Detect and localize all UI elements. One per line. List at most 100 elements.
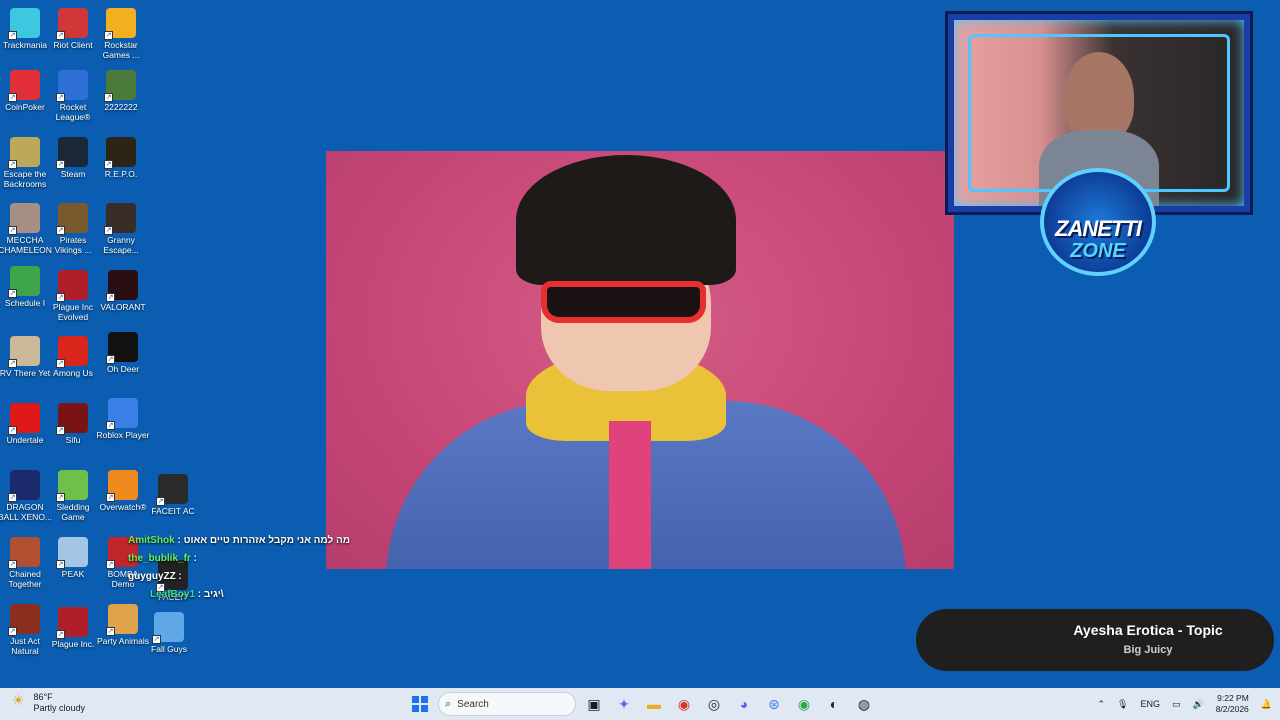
desktop-icon-label: Sledding Game bbox=[56, 502, 90, 522]
rocket-league-icon: ↗ bbox=[56, 70, 88, 102]
desktop-icon[interactable]: ↗ RV There Yet bbox=[0, 336, 52, 378]
discord-icon[interactable]: ◕ bbox=[732, 692, 756, 716]
chat-text: מה למה אני מקבל אזהרות טיים אאוט bbox=[183, 535, 351, 546]
desktop-icon-label: Among Us bbox=[53, 368, 93, 378]
desktop-icon[interactable]: ↗ Steam bbox=[46, 137, 100, 179]
desktop-icon[interactable]: ↗ Oh Deer bbox=[96, 332, 150, 374]
desktop-icon[interactable]: ↗ Rockstar Games ... bbox=[94, 8, 148, 60]
desktop-icon-label: MECCHA CHAMELEON bbox=[0, 235, 52, 255]
taskbar-search[interactable]: ⌕ Search bbox=[438, 692, 576, 716]
shortcut-arrow-icon: ↗ bbox=[8, 226, 17, 235]
desktop-icon-label: Pirates Vikings ... bbox=[54, 235, 92, 255]
desktop-icon[interactable]: ↗ Escape the Backrooms bbox=[0, 137, 52, 189]
desktop-icon-label: Roblox Player bbox=[96, 430, 150, 440]
chat-user: AmitShok bbox=[128, 535, 175, 546]
desktop-icon[interactable]: ↗ Sledding Game bbox=[46, 470, 100, 522]
rockstar-icon: ↗ bbox=[104, 8, 136, 40]
volume-icon[interactable]: 🔊 bbox=[1192, 699, 1203, 710]
desktop-icon[interactable]: ↗ Schedule I bbox=[0, 266, 52, 308]
notification-icon[interactable]: 🔔 bbox=[1261, 699, 1272, 710]
desktop-icon-label: Fall Guys bbox=[151, 644, 187, 654]
chat-user: the_bublik_fr bbox=[128, 553, 191, 564]
desktop-icon[interactable]: ↗ Rocket League® bbox=[46, 70, 100, 122]
microphone-icon[interactable]: 🎙 bbox=[1117, 699, 1128, 710]
desktop-icon[interactable]: ↗ Granny Escape... bbox=[94, 203, 148, 255]
trackmania-icon: ↗ bbox=[8, 8, 40, 40]
chrome-active-icon[interactable]: ◉ bbox=[792, 692, 816, 716]
desktop-icon-label: Steam bbox=[60, 169, 86, 179]
oh-deer-icon: ↗ bbox=[106, 332, 138, 364]
weather-widget[interactable]: ☀ 86°F Partly cloudy bbox=[12, 692, 85, 714]
granny-icon: ↗ bbox=[104, 203, 136, 235]
chrome-icon[interactable]: ◉ bbox=[672, 692, 696, 716]
desktop-icon[interactable]: ↗ Just Act Natural bbox=[0, 604, 52, 656]
desktop-icon-label: VALORANT bbox=[100, 302, 146, 312]
app2-icon[interactable]: ◍ bbox=[852, 692, 876, 716]
desktop-icon-label: Trackmania bbox=[2, 40, 48, 50]
language-indicator[interactable]: ENG bbox=[1140, 699, 1160, 709]
desktop-icon-label: Escape the Backrooms bbox=[3, 169, 47, 189]
desktop-icon[interactable]: ↗ 2222222 bbox=[94, 70, 148, 112]
chameleon-icon: ↗ bbox=[8, 203, 40, 235]
chained-icon: ↗ bbox=[8, 537, 40, 569]
shortcut-arrow-icon: ↗ bbox=[56, 160, 65, 169]
shortcut-arrow-icon: ↗ bbox=[106, 355, 115, 364]
chat-sep: : bbox=[175, 571, 182, 582]
shortcut-arrow-icon: ↗ bbox=[8, 93, 17, 102]
game-icon: ↗ bbox=[104, 70, 136, 102]
shortcut-arrow-icon: ↗ bbox=[8, 560, 17, 569]
shortcut-arrow-icon: ↗ bbox=[56, 293, 65, 302]
task-view-icon[interactable]: ▣ bbox=[582, 692, 606, 716]
search-placeholder: Search bbox=[457, 698, 489, 710]
desktop-icon[interactable]: ↗ Chained Together bbox=[0, 537, 52, 589]
windows-icon bbox=[412, 696, 428, 712]
app-icon[interactable]: ⊛ bbox=[762, 692, 786, 716]
shortcut-arrow-icon: ↗ bbox=[156, 497, 165, 506]
chat-text: יגיב\ bbox=[203, 589, 224, 600]
photo-overlay bbox=[326, 151, 954, 569]
file-explorer-icon[interactable]: ▬ bbox=[642, 692, 666, 716]
faceit-icon: ↗ bbox=[156, 474, 188, 506]
copilot-icon[interactable]: ✦ bbox=[612, 692, 636, 716]
fall-guys-icon: ↗ bbox=[152, 612, 184, 644]
desktop-icon[interactable]: ↗ Sifu bbox=[46, 403, 100, 445]
taskbar-apps: ⌕ Search ▣ ✦ ▬ ◉ ◎ ◕ ⊛ ◉ ◐ ◍ bbox=[408, 692, 876, 716]
obs-icon[interactable]: ◐ bbox=[822, 692, 846, 716]
desktop-icon[interactable]: ↗ Roblox Player bbox=[96, 398, 150, 440]
desktop-icon[interactable]: ↗ R.E.P.O. bbox=[94, 137, 148, 179]
party-animals-icon: ↗ bbox=[106, 604, 138, 636]
chevron-up-icon[interactable]: ⌃ bbox=[1097, 699, 1105, 710]
desktop-icon[interactable]: ↗ Among Us bbox=[46, 336, 100, 378]
desktop-icon-label: Chained Together bbox=[8, 569, 42, 589]
desktop-icon[interactable]: ↗ Riot Client bbox=[46, 8, 100, 50]
desktop-icon[interactable]: ↗ Undertale bbox=[0, 403, 52, 445]
network-icon[interactable]: ▭ bbox=[1172, 699, 1181, 710]
desktop-icon[interactable]: ↗ DRAGON BALL XENO... bbox=[0, 470, 52, 522]
desktop-icon-label: DRAGON BALL XENO... bbox=[0, 502, 53, 522]
desktop-icon-label: CoinPoker bbox=[5, 102, 45, 112]
desktop-icon[interactable]: ↗ CoinPoker bbox=[0, 70, 52, 112]
weather-temp: 86°F bbox=[33, 692, 53, 702]
plague-inc-icon: ↗ bbox=[56, 607, 88, 639]
desktop-icon[interactable]: ↗ VALORANT bbox=[96, 270, 150, 312]
clock[interactable]: 9:22 PM 8/2/2026 bbox=[1216, 693, 1249, 715]
desktop-icon[interactable]: ↗ FACEIT AC bbox=[146, 474, 200, 516]
desktop-icon[interactable]: ↗ Fall Guys bbox=[142, 612, 196, 654]
desktop-icon-label: Just Act Natural bbox=[10, 636, 40, 656]
desktop-icon[interactable]: ↗ Overwatch® bbox=[96, 470, 150, 512]
desktop-icon[interactable]: ↗ Trackmania bbox=[0, 8, 52, 50]
sledding-icon: ↗ bbox=[56, 470, 88, 502]
desktop-icon[interactable]: ↗ MECCHA CHAMELEON bbox=[0, 203, 52, 255]
desktop-icon[interactable]: ↗ Pirates Vikings ... bbox=[46, 203, 100, 255]
desktop-icon-label: 2222222 bbox=[104, 102, 138, 112]
desktop-icon[interactable]: ↗ PEAK bbox=[46, 537, 100, 579]
steam-icon: ↗ bbox=[56, 137, 88, 169]
overwatch-icon: ↗ bbox=[106, 470, 138, 502]
desktop-icon-label: Oh Deer bbox=[106, 364, 140, 374]
shortcut-arrow-icon: ↗ bbox=[8, 627, 17, 636]
desktop-icon[interactable]: ↗ Plague Inc Evolved bbox=[46, 270, 100, 322]
riot-icon: ↗ bbox=[56, 8, 88, 40]
desktop-icon[interactable]: ↗ Plague Inc. bbox=[46, 607, 100, 649]
start-button[interactable] bbox=[408, 692, 432, 716]
steam-taskbar-icon[interactable]: ◎ bbox=[702, 692, 726, 716]
